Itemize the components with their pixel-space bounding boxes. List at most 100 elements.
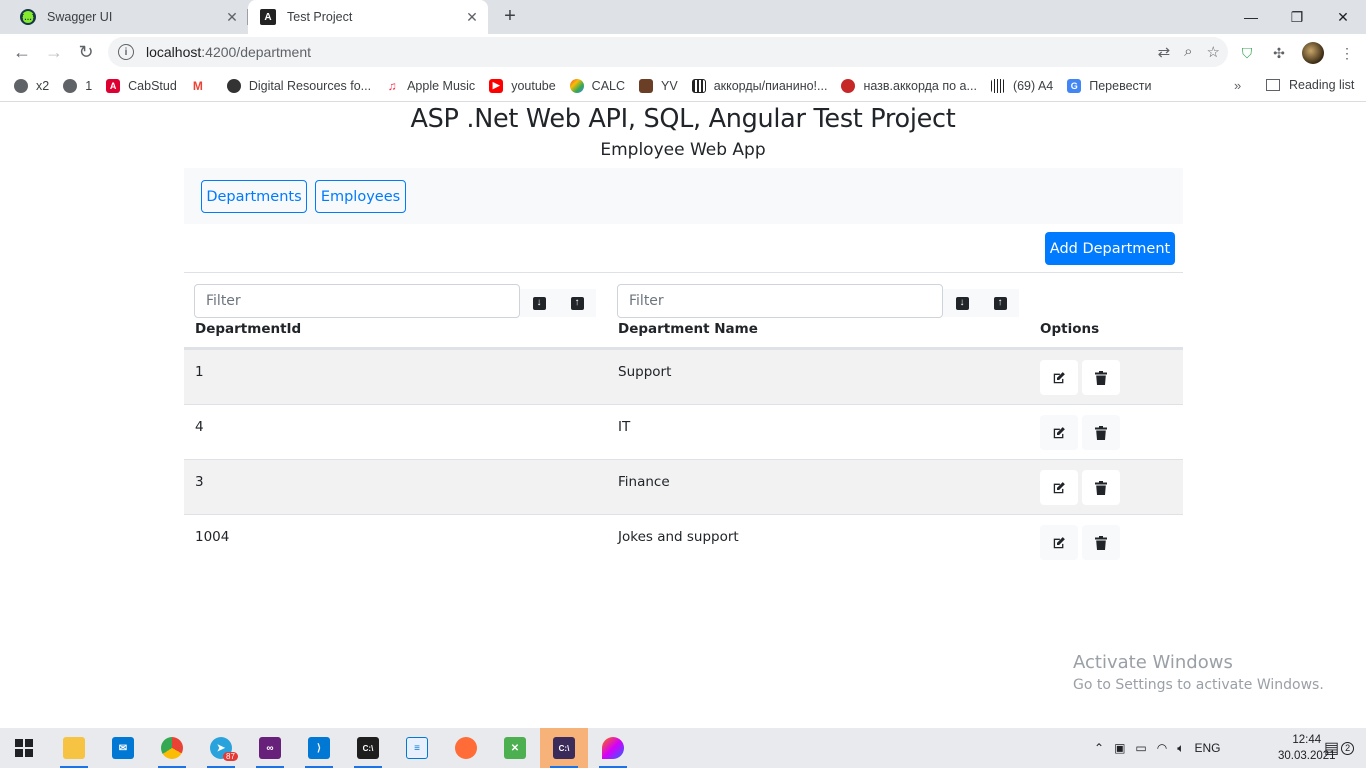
trash-icon (1095, 535, 1107, 550)
bookmark-item[interactable]: YV (639, 78, 678, 93)
console-icon: C:\ (553, 737, 575, 759)
notification-center-button[interactable]: ▤ 2 (1324, 728, 1355, 768)
chevron-up-icon[interactable]: ⌃ (1094, 741, 1104, 755)
edit-button[interactable] (1040, 470, 1078, 505)
close-icon[interactable]: ✕ (224, 9, 240, 25)
bookmark-item[interactable]: назв.аккорда по а... (841, 78, 977, 93)
reading-list-button[interactable]: Reading list (1266, 78, 1354, 92)
bookmark-item[interactable]: аккорды/пианино!... (691, 78, 827, 93)
reload-button[interactable]: ↻ (72, 38, 100, 66)
departments-nav-button[interactable]: Departments (201, 180, 307, 213)
taskbar-notepad[interactable]: ≡ (393, 728, 441, 768)
tab-test-project[interactable]: A Test Project ✕ (248, 0, 488, 34)
taskbar-terminal[interactable]: C:\ (344, 728, 392, 768)
delete-button[interactable] (1082, 360, 1120, 395)
bookmark-item[interactable]: Digital Resources fo... (226, 78, 371, 93)
url-host: localhost (146, 44, 202, 60)
extensions-puzzle-icon[interactable]: ✣ (1270, 44, 1288, 62)
bookmark-item[interactable]: (69) A4 (990, 78, 1053, 93)
zoom-icon[interactable]: ⌕ (1184, 43, 1192, 61)
shield-extension-icon[interactable]: ⛉ (1238, 44, 1256, 62)
address-bar[interactable]: i localhost:4200/department ⇄ ⌕ ☆ (108, 37, 1228, 67)
music-icon: ♫ (385, 78, 400, 93)
edit-icon (1053, 426, 1065, 438)
calc-icon (569, 78, 584, 93)
postman-icon (455, 737, 477, 759)
edit-button[interactable] (1040, 415, 1078, 450)
taskbar-console-active[interactable]: C:\ (540, 728, 588, 768)
bookmark-item[interactable]: A CabStud (106, 78, 177, 93)
battery-icon[interactable]: ▭ (1135, 741, 1146, 755)
translate-icon: G (1067, 78, 1082, 93)
globe-icon (14, 78, 28, 93)
close-window-button[interactable]: ✕ (1320, 0, 1366, 34)
gmail-icon: M (190, 78, 205, 93)
sort-id-asc-button[interactable]: ↑ (558, 289, 596, 317)
employees-nav-button[interactable]: Employees (315, 180, 406, 213)
delete-button[interactable] (1082, 415, 1120, 450)
page-content: ASP .Net Web API, SQL, Angular Test Proj… (0, 102, 1366, 728)
trash-icon (1095, 370, 1107, 385)
menu-kebab-icon[interactable]: ⋮ (1338, 44, 1356, 62)
volume-icon[interactable]: 🔈︎ (1177, 741, 1184, 756)
delete-button[interactable] (1082, 470, 1120, 505)
delete-button[interactable] (1082, 525, 1120, 560)
bookmark-label: 1 (85, 78, 93, 93)
edit-button[interactable] (1040, 360, 1078, 395)
close-icon[interactable]: ✕ (464, 9, 480, 25)
new-tab-button[interactable]: + (498, 4, 522, 28)
notification-icon: ▤ (1324, 740, 1340, 757)
taskbar-visual-studio[interactable]: ∞ (246, 728, 294, 768)
column-header-department-name: Department Name (618, 321, 758, 337)
taskbar-postman[interactable] (442, 728, 490, 768)
bookmarks-overflow-button[interactable]: » (1234, 78, 1241, 93)
restore-button[interactable]: ❐ (1274, 0, 1320, 34)
taskbar-mail[interactable]: ✉ (99, 728, 147, 768)
edit-button[interactable] (1040, 525, 1078, 560)
bookmark-item[interactable]: ♫ Apple Music (385, 78, 476, 93)
taskbar-vscode[interactable]: ⟩ (295, 728, 343, 768)
sort-id-desc-button[interactable]: ↓ (520, 289, 558, 317)
taskbar-telegram[interactable]: ➤ 87 (197, 728, 245, 768)
security-icon[interactable]: ▣ (1114, 741, 1125, 755)
taskbar-tool[interactable]: ✕ (491, 728, 539, 768)
forward-button[interactable]: → (40, 38, 68, 66)
bookmark-label: YV (661, 78, 678, 93)
taskbar-chrome[interactable] (148, 728, 196, 768)
visual-studio-icon: ∞ (259, 737, 281, 759)
edit-icon (1053, 371, 1065, 383)
profile-avatar[interactable] (1302, 42, 1324, 64)
bookmark-item[interactable]: CALC (569, 78, 625, 93)
bookmark-item[interactable]: ▶ youtube (489, 78, 556, 93)
sort-name-desc-button[interactable]: ↓ (943, 289, 981, 317)
bookmark-item[interactable]: 1 (63, 78, 93, 93)
wifi-icon[interactable]: ◠ (1157, 741, 1167, 755)
notepad-icon: ≡ (406, 737, 428, 759)
bookmark-item[interactable]: G Перевести (1067, 78, 1152, 93)
tab-swagger-ui[interactable]: {…} Swagger UI ✕ (0, 0, 248, 34)
tool-icon: ✕ (504, 737, 526, 759)
edit-icon (1053, 481, 1065, 493)
sort-name-asc-button[interactable]: ↑ (981, 289, 1019, 317)
language-indicator[interactable]: ENG (1194, 741, 1220, 755)
translate-icon[interactable]: ⇄ (1158, 43, 1171, 61)
department-name-filter-input[interactable]: Filter (617, 284, 943, 318)
reading-list-icon (1266, 79, 1280, 91)
info-icon[interactable]: i (118, 44, 134, 60)
swagger-icon: {…} (20, 9, 36, 25)
bookmark-star-icon[interactable]: ☆ (1207, 43, 1220, 61)
back-button[interactable]: ← (8, 38, 36, 66)
tab-title: Test Project (287, 10, 353, 24)
bookmark-item[interactable]: M (190, 78, 213, 93)
bookmark-label: Apple Music (407, 78, 476, 93)
start-button[interactable] (0, 728, 48, 768)
arrow-up-icon: ↑ (993, 296, 1007, 310)
taskbar-file-explorer[interactable] (50, 728, 98, 768)
bookmark-item[interactable]: x2 (14, 78, 49, 93)
minimize-button[interactable]: — (1228, 0, 1274, 34)
table-row: 4 IT (184, 404, 1183, 459)
department-id-filter-input[interactable]: Filter (194, 284, 520, 318)
add-department-button[interactable]: Add Department (1045, 232, 1175, 265)
taskbar-paint[interactable] (589, 728, 637, 768)
youtube-icon: ▶ (489, 78, 504, 93)
